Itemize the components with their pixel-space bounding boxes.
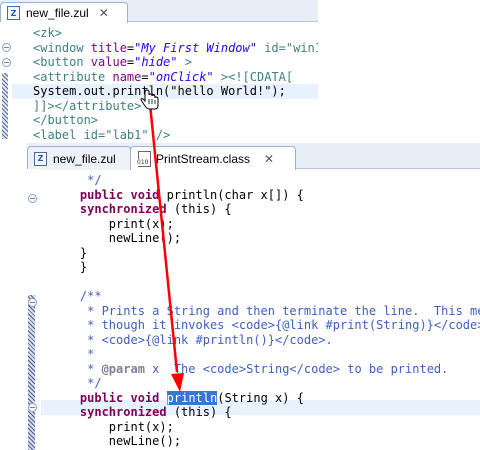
fold-icon[interactable] bbox=[2, 58, 11, 67]
change-ruler bbox=[2, 73, 8, 139]
top-editor: Z new_file.zul ✕ <zk> <window title="My F… bbox=[0, 0, 318, 143]
code-line: <window title="My First Window" id="win1… bbox=[33, 40, 318, 55]
tab-label: new_file.zul bbox=[53, 151, 116, 166]
zul-file-icon: Z bbox=[7, 6, 20, 20]
code-line: System.out.println("hello World!"); bbox=[33, 84, 286, 98]
editor-gutter bbox=[27, 169, 41, 450]
close-tab-icon[interactable]: ✕ bbox=[264, 152, 274, 166]
code-line: <attribute name="onClick" ><![CDATA[ bbox=[33, 69, 294, 84]
fold-icon[interactable] bbox=[28, 403, 37, 412]
code-line: <button value="hide" > bbox=[33, 55, 192, 69]
fold-icon[interactable] bbox=[28, 194, 37, 203]
tab-printstream-class[interactable]: 010 PrintStream.class ✕ bbox=[130, 146, 296, 170]
fold-icon[interactable] bbox=[2, 43, 11, 52]
zul-source-code[interactable]: <zk> <window title="My First Window" id="… bbox=[33, 26, 318, 142]
zul-file-icon: Z bbox=[34, 151, 47, 166]
tab-label: PrintStream.class bbox=[156, 151, 251, 166]
bottom-editor: Z new_file.zul 010 PrintStream.class ✕ *… bbox=[27, 143, 480, 450]
java-source-code[interactable]: */ public void println(char x[]) { synch… bbox=[51, 173, 480, 449]
change-ruler bbox=[28, 295, 35, 450]
editor-gutter bbox=[0, 22, 12, 143]
tab-new-file-zul[interactable]: Z new_file.zul ✕ bbox=[0, 2, 128, 23]
top-tab-bar: Z new_file.zul ✕ bbox=[0, 0, 318, 23]
class-file-icon: 010 bbox=[137, 151, 151, 167]
code-line: ]]></attribute> bbox=[33, 98, 142, 113]
code-line: <zk> bbox=[33, 26, 62, 40]
close-tab-icon[interactable]: ✕ bbox=[99, 6, 109, 20]
tab-label: new_file.zul bbox=[26, 6, 89, 20]
tab-new-file-zul[interactable]: Z new_file.zul bbox=[27, 146, 131, 170]
bottom-tab-bar: Z new_file.zul 010 PrintStream.class ✕ bbox=[27, 143, 480, 170]
fold-icon[interactable] bbox=[28, 298, 37, 307]
code-line: </button> bbox=[33, 113, 99, 127]
code-line: <label id="lab1" /> bbox=[33, 127, 171, 142]
selected-method-name[interactable]: println bbox=[166, 390, 218, 405]
